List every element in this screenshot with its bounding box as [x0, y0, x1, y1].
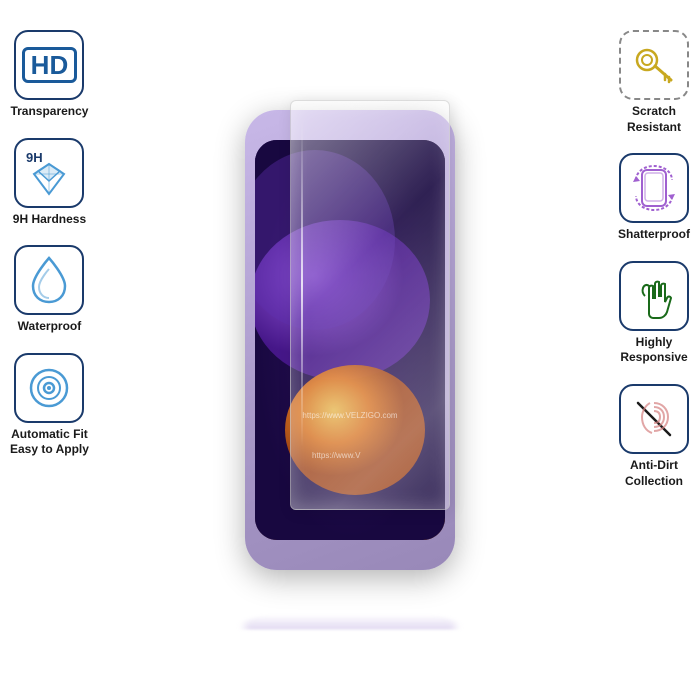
auto-fit-icon-box — [14, 353, 84, 423]
target-icon — [23, 362, 75, 414]
touch-icon — [629, 270, 679, 322]
shatterproof-label: Shatterproof — [618, 227, 690, 243]
auto-fit-label: Automatic FitEasy to Apply — [10, 427, 89, 458]
diamond-icon: 9H — [22, 146, 76, 200]
shatterproof-icon-box — [619, 153, 689, 223]
drop-icon — [27, 254, 71, 306]
9h-icon-box: 9H — [14, 138, 84, 208]
phone-container: https://www.VELZIGO.com https://www.V — [230, 110, 470, 590]
feature-anti-dirt: Anti-DirtCollection — [619, 384, 689, 489]
feature-9h-hardness: 9H 9H Hardness — [13, 138, 86, 228]
hd-label: Transparency — [10, 104, 88, 120]
9h-label: 9H Hardness — [13, 212, 86, 228]
scratch-label: ScratchResistant — [627, 104, 681, 135]
main-container: HD Transparency 9H 9H Hardness — [0, 0, 700, 700]
responsive-icon-box — [619, 261, 689, 331]
phone-wrapper: https://www.VELZIGO.com https://www.V — [230, 110, 470, 590]
feature-scratch-resistant: ScratchResistant — [619, 30, 689, 135]
right-features: ScratchResistant Shatterproof — [618, 30, 690, 489]
responsive-label: HighlyResponsive — [620, 335, 687, 366]
glass-shine — [301, 121, 303, 447]
phone-reflection — [245, 615, 455, 630]
scratch-icon-box — [619, 30, 689, 100]
feature-auto-fit: Automatic FitEasy to Apply — [10, 353, 89, 458]
feature-waterproof: Waterproof — [14, 245, 84, 335]
key-icon — [631, 42, 677, 88]
rotate-icon — [628, 162, 680, 214]
fingerprint-icon — [628, 393, 680, 445]
feature-highly-responsive: HighlyResponsive — [619, 261, 689, 366]
hd-icon: HD — [22, 47, 78, 83]
svg-text:9H: 9H — [26, 150, 43, 165]
waterproof-label: Waterproof — [18, 319, 82, 335]
hd-icon-box: HD — [14, 30, 84, 100]
feature-shatterproof: Shatterproof — [618, 153, 690, 243]
waterproof-icon-box — [14, 245, 84, 315]
feature-hd-transparency: HD Transparency — [10, 30, 88, 120]
left-features: HD Transparency 9H 9H Hardness — [10, 30, 89, 458]
anti-dirt-label: Anti-DirtCollection — [625, 458, 683, 489]
anti-dirt-icon-box — [619, 384, 689, 454]
glass-protector — [290, 100, 450, 510]
